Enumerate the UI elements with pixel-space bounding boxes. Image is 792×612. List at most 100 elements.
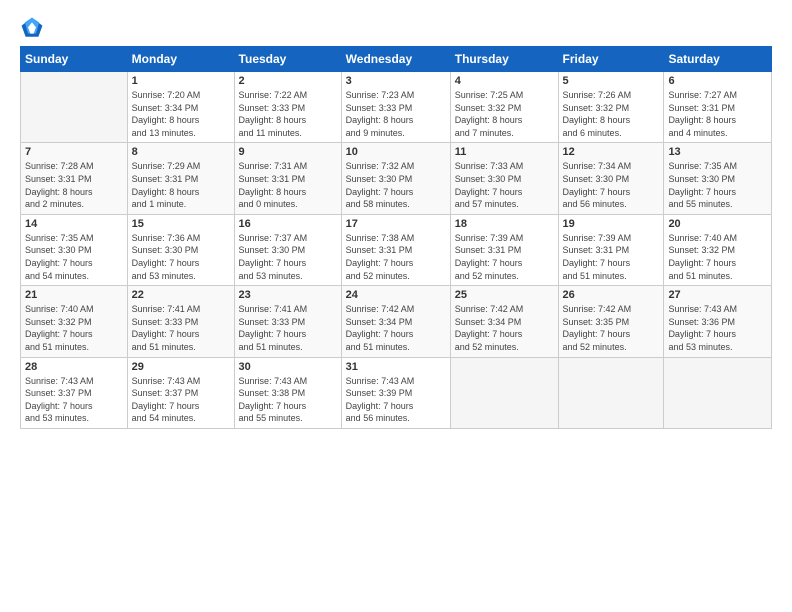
logo: [20, 16, 48, 40]
day-number: 24: [346, 289, 446, 301]
calendar-cell: 10 Sunrise: 7:32 AMSunset: 3:30 PMDayligh…: [341, 143, 450, 214]
day-number: 20: [668, 218, 767, 230]
calendar-cell: 9Sunrise: 7:31 AMSunset: 3:31 PMDaylight…: [234, 143, 341, 214]
calendar-header-sunday: Sunday: [21, 47, 128, 72]
calendar-cell: 19Sunrise: 7:39 AMSunset: 3:31 PMDayligh…: [558, 214, 664, 285]
day-info: Sunrise: 7:34 AMSunset: 3:30 PMDaylight:…: [563, 160, 660, 210]
day-info: Sunrise: 7:43 AMSunset: 3:39 PMDaylight:…: [346, 375, 446, 425]
day-number: 29: [132, 361, 230, 373]
calendar-header-tuesday: Tuesday: [234, 47, 341, 72]
day-number: 6: [668, 75, 767, 87]
calendar-header-row: SundayMondayTuesdayWednesdayThursdayFrid…: [21, 47, 772, 72]
calendar-cell: 18 Sunrise: 7:39 AMSunset: 3:31 PMDayligh…: [450, 214, 558, 285]
calendar-cell: 31 Sunrise: 7:43 AMSunset: 3:39 PMDayligh…: [341, 357, 450, 428]
day-info: Sunrise: 7:27 AMSunset: 3:31 PMDaylight:…: [668, 89, 767, 139]
calendar-cell: [21, 72, 128, 143]
calendar-cell: 8 Sunrise: 7:29 AMSunset: 3:31 PMDaylight…: [127, 143, 234, 214]
day-info: Sunrise: 7:29 AMSunset: 3:31 PMDaylight:…: [132, 160, 230, 210]
calendar-cell: 15 Sunrise: 7:36 AMSunset: 3:30 PMDayligh…: [127, 214, 234, 285]
calendar-week-1: 7 Sunrise: 7:28 AMSunset: 3:31 PMDaylight…: [21, 143, 772, 214]
day-number: 23: [239, 289, 337, 301]
day-info: Sunrise: 7:39 AMSunset: 3:31 PMDaylight:…: [563, 232, 660, 282]
calendar-cell: 13Sunrise: 7:35 AMSunset: 3:30 PMDayligh…: [664, 143, 772, 214]
day-number: 5: [563, 75, 660, 87]
day-number: 26: [563, 289, 660, 301]
day-number: 21: [25, 289, 123, 301]
calendar-cell: 12 Sunrise: 7:34 AMSunset: 3:30 PMDayligh…: [558, 143, 664, 214]
day-number: 8: [132, 146, 230, 158]
header: [20, 16, 772, 40]
calendar-week-0: 1Sunrise: 7:20 AMSunset: 3:34 PMDaylight…: [21, 72, 772, 143]
day-number: 1: [132, 75, 230, 87]
day-info: Sunrise: 7:25 AMSunset: 3:32 PMDaylight:…: [455, 89, 554, 139]
calendar-header-thursday: Thursday: [450, 47, 558, 72]
calendar-header-saturday: Saturday: [664, 47, 772, 72]
day-info: Sunrise: 7:43 AMSunset: 3:37 PMDaylight:…: [25, 375, 123, 425]
calendar-cell: 16 Sunrise: 7:37 AMSunset: 3:30 PMDayligh…: [234, 214, 341, 285]
calendar-header-friday: Friday: [558, 47, 664, 72]
calendar-cell: [664, 357, 772, 428]
calendar-week-3: 21 Sunrise: 7:40 AMSunset: 3:32 PMDayligh…: [21, 286, 772, 357]
day-info: Sunrise: 7:26 AMSunset: 3:32 PMDaylight:…: [563, 89, 660, 139]
calendar-week-2: 14 Sunrise: 7:35 AMSunset: 3:30 PMDayligh…: [21, 214, 772, 285]
day-number: 30: [239, 361, 337, 373]
day-number: 10: [346, 146, 446, 158]
calendar-cell: 3Sunrise: 7:23 AMSunset: 3:33 PMDaylight…: [341, 72, 450, 143]
day-number: 16: [239, 218, 337, 230]
day-number: 2: [239, 75, 337, 87]
day-info: Sunrise: 7:41 AMSunset: 3:33 PMDaylight:…: [239, 303, 337, 353]
day-info: Sunrise: 7:37 AMSunset: 3:30 PMDaylight:…: [239, 232, 337, 282]
day-info: Sunrise: 7:41 AMSunset: 3:33 PMDaylight:…: [132, 303, 230, 353]
day-number: 15: [132, 218, 230, 230]
day-info: Sunrise: 7:42 AMSunset: 3:35 PMDaylight:…: [563, 303, 660, 353]
logo-icon: [20, 16, 44, 40]
day-info: Sunrise: 7:43 AMSunset: 3:36 PMDaylight:…: [668, 303, 767, 353]
day-info: Sunrise: 7:39 AMSunset: 3:31 PMDaylight:…: [455, 232, 554, 282]
day-number: 3: [346, 75, 446, 87]
day-number: 18: [455, 218, 554, 230]
day-info: Sunrise: 7:42 AMSunset: 3:34 PMDaylight:…: [455, 303, 554, 353]
day-number: 14: [25, 218, 123, 230]
calendar-cell: 21 Sunrise: 7:40 AMSunset: 3:32 PMDayligh…: [21, 286, 128, 357]
day-number: 27: [668, 289, 767, 301]
day-info: Sunrise: 7:42 AMSunset: 3:34 PMDaylight:…: [346, 303, 446, 353]
calendar-cell: 28 Sunrise: 7:43 AMSunset: 3:37 PMDayligh…: [21, 357, 128, 428]
calendar-cell: 30Sunrise: 7:43 AMSunset: 3:38 PMDayligh…: [234, 357, 341, 428]
day-number: 12: [563, 146, 660, 158]
day-info: Sunrise: 7:40 AMSunset: 3:32 PMDaylight:…: [25, 303, 123, 353]
calendar-table: SundayMondayTuesdayWednesdayThursdayFrid…: [20, 46, 772, 429]
calendar-header-wednesday: Wednesday: [341, 47, 450, 72]
day-number: 25: [455, 289, 554, 301]
day-info: Sunrise: 7:36 AMSunset: 3:30 PMDaylight:…: [132, 232, 230, 282]
day-number: 9: [239, 146, 337, 158]
calendar-cell: 26 Sunrise: 7:42 AMSunset: 3:35 PMDayligh…: [558, 286, 664, 357]
calendar-cell: 29 Sunrise: 7:43 AMSunset: 3:37 PMDayligh…: [127, 357, 234, 428]
calendar-cell: 14 Sunrise: 7:35 AMSunset: 3:30 PMDayligh…: [21, 214, 128, 285]
calendar-cell: 1Sunrise: 7:20 AMSunset: 3:34 PMDaylight…: [127, 72, 234, 143]
calendar-cell: 27 Sunrise: 7:43 AMSunset: 3:36 PMDayligh…: [664, 286, 772, 357]
day-number: 28: [25, 361, 123, 373]
day-number: 17: [346, 218, 446, 230]
day-info: Sunrise: 7:33 AMSunset: 3:30 PMDaylight:…: [455, 160, 554, 210]
day-info: Sunrise: 7:38 AMSunset: 3:31 PMDaylight:…: [346, 232, 446, 282]
calendar-cell: 5 Sunrise: 7:26 AMSunset: 3:32 PMDaylight…: [558, 72, 664, 143]
calendar-cell: 6 Sunrise: 7:27 AMSunset: 3:31 PMDaylight…: [664, 72, 772, 143]
day-info: Sunrise: 7:40 AMSunset: 3:32 PMDaylight:…: [668, 232, 767, 282]
day-info: Sunrise: 7:35 AMSunset: 3:30 PMDaylight:…: [25, 232, 123, 282]
day-info: Sunrise: 7:22 AMSunset: 3:33 PMDaylight:…: [239, 89, 337, 139]
calendar-header-monday: Monday: [127, 47, 234, 72]
calendar-cell: 25 Sunrise: 7:42 AMSunset: 3:34 PMDayligh…: [450, 286, 558, 357]
day-info: Sunrise: 7:32 AMSunset: 3:30 PMDaylight:…: [346, 160, 446, 210]
calendar-cell: 11Sunrise: 7:33 AMSunset: 3:30 PMDayligh…: [450, 143, 558, 214]
calendar-cell: 4Sunrise: 7:25 AMSunset: 3:32 PMDaylight…: [450, 72, 558, 143]
day-number: 13: [668, 146, 767, 158]
day-number: 31: [346, 361, 446, 373]
day-info: Sunrise: 7:28 AMSunset: 3:31 PMDaylight:…: [25, 160, 123, 210]
day-number: 7: [25, 146, 123, 158]
page: SundayMondayTuesdayWednesdayThursdayFrid…: [0, 0, 792, 612]
calendar-week-4: 28 Sunrise: 7:43 AMSunset: 3:37 PMDayligh…: [21, 357, 772, 428]
day-info: Sunrise: 7:43 AMSunset: 3:37 PMDaylight:…: [132, 375, 230, 425]
day-number: 22: [132, 289, 230, 301]
calendar-cell: 23 Sunrise: 7:41 AMSunset: 3:33 PMDayligh…: [234, 286, 341, 357]
calendar-cell: [450, 357, 558, 428]
